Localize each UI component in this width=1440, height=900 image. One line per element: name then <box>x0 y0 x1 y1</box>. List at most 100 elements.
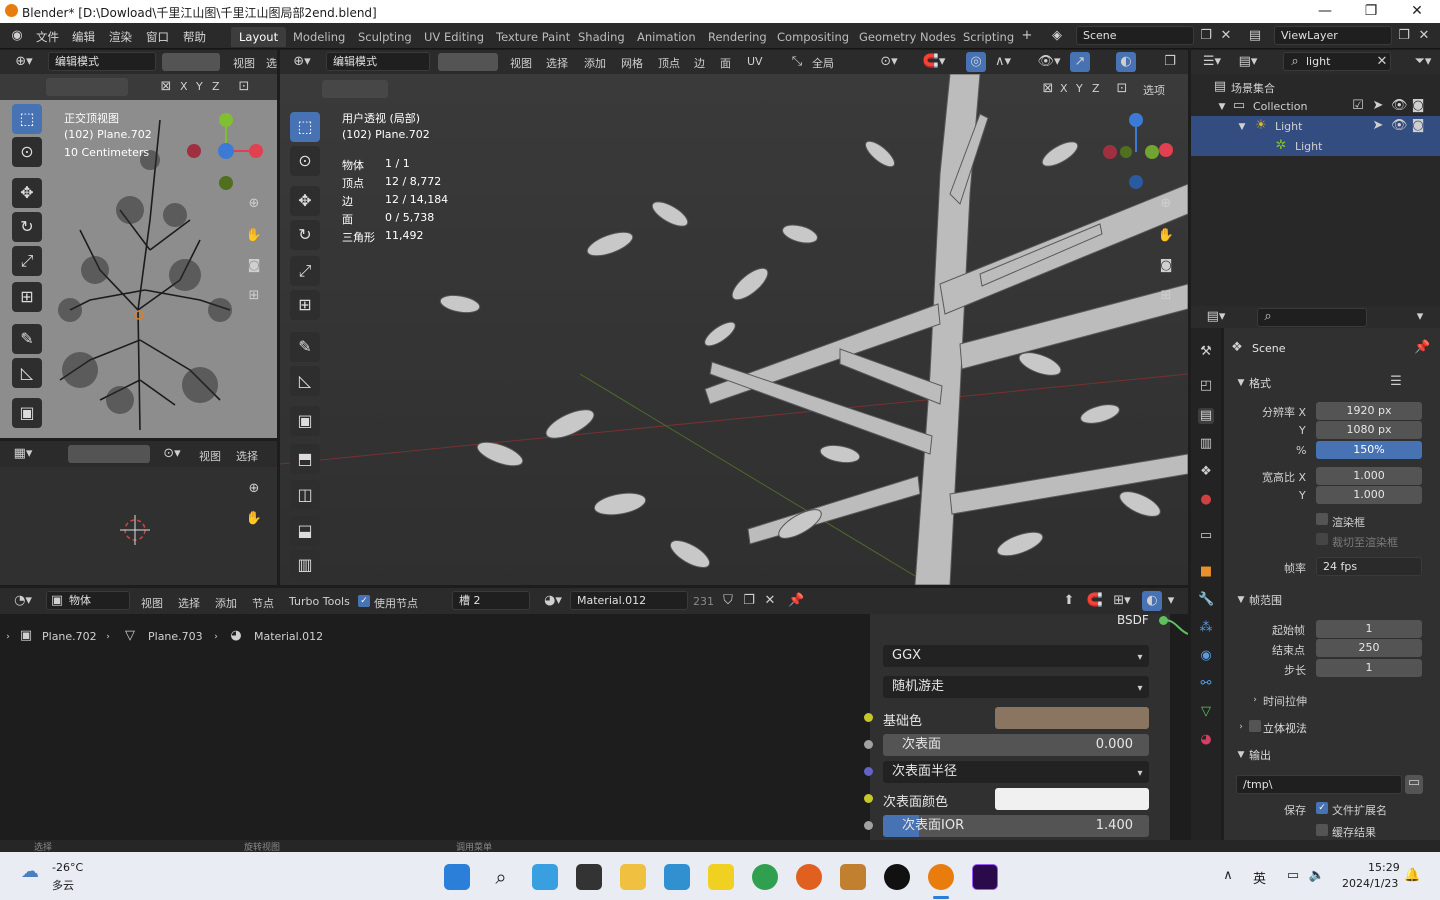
annotate-tool[interactable]: ✎ <box>12 324 42 354</box>
frame-step-field[interactable]: 1 <box>1316 659 1422 677</box>
constraints-tab-icon[interactable]: ⚯ <box>1198 676 1214 692</box>
viewlayer-field[interactable]: ViewLayer <box>1274 26 1392 45</box>
main-rotate-tool[interactable]: ↻ <box>290 220 320 250</box>
outliner-light-object[interactable]: Light <box>1275 120 1302 133</box>
tab-scripting[interactable]: Scripting <box>955 27 1022 47</box>
tool-tab-icon[interactable]: ⚒ <box>1198 344 1214 360</box>
add-cube-tool[interactable]: ▣ <box>12 398 42 428</box>
particles-tab-icon[interactable]: ⁂ <box>1198 620 1214 636</box>
grid-toggle-icon[interactable]: ⊞ <box>244 288 264 304</box>
uv-editor-type-icon[interactable]: ▦▾ <box>8 446 38 462</box>
left-axis-x[interactable]: X <box>180 80 188 93</box>
chrome-icon[interactable] <box>752 864 778 890</box>
outliner-type-icon[interactable]: ☰▾ <box>1199 54 1225 70</box>
stereoscopy-section-title[interactable]: 立体视法 <box>1263 720 1307 736</box>
uv-menu-view[interactable]: 视图 <box>199 448 221 464</box>
unlink-material-icon[interactable]: ✕ <box>762 593 778 609</box>
delete-viewlayer-icon[interactable]: ✕ <box>1416 28 1432 44</box>
breadcrumb-mesh[interactable]: Plane.703 <box>148 630 203 643</box>
format-expand-icon[interactable]: ▼ <box>1236 375 1246 391</box>
task-view-icon[interactable] <box>576 864 602 890</box>
viewport-options-button[interactable]: 选项 <box>1143 82 1165 98</box>
tab-modeling[interactable]: Modeling <box>285 27 353 47</box>
outliner-collection[interactable]: Collection <box>1253 100 1307 113</box>
move-tool[interactable]: ✥ <box>12 178 42 208</box>
outliner-light-data[interactable]: Light <box>1295 140 1322 153</box>
tray-expand-icon[interactable]: ∧ <box>1220 868 1236 884</box>
main-editor-type-icon[interactable]: ⊕▾ <box>288 54 316 70</box>
main-menu-uv[interactable]: UV <box>747 55 763 68</box>
overlay-toggle-icon[interactable]: ◐ <box>1116 52 1136 72</box>
weather-icon[interactable]: ☁ <box>16 863 44 888</box>
input-language[interactable]: 英 <box>1253 868 1266 887</box>
node-pin-icon[interactable]: 📌 <box>788 593 804 609</box>
physics-tab-icon[interactable]: ◉ <box>1198 648 1214 664</box>
modifier-tab-icon[interactable]: 🔧 <box>1198 592 1214 608</box>
add-workspace-icon[interactable]: + <box>1019 28 1035 44</box>
uv-editor-canvas[interactable]: ⊕ ✋ <box>0 467 277 585</box>
clock-date[interactable]: 2024/1/23 <box>1342 877 1398 890</box>
file-ext-checkbox[interactable]: ✓ <box>1316 802 1328 814</box>
tab-uv-editing[interactable]: UV Editing <box>416 27 492 47</box>
tab-rendering[interactable]: Rendering <box>700 27 775 47</box>
duplicate-material-icon[interactable]: ❐ <box>741 593 757 609</box>
uv-pivot-icon[interactable]: ⊙▾ <box>160 446 184 462</box>
slot-dropdown[interactable]: 槽 2 <box>452 591 530 610</box>
node-menu-view[interactable]: 视图 <box>141 595 163 611</box>
uv-select-modes[interactable] <box>68 445 150 463</box>
transform-orientation-icon[interactable]: ⤡ <box>788 54 806 70</box>
main-mode-dropdown[interactable]: 编辑模式 <box>326 52 430 71</box>
xray-toggle-icon[interactable]: ❐ <box>1160 54 1180 70</box>
view-layer-tab-icon[interactable]: ▥ <box>1198 436 1214 452</box>
base-color-socket[interactable] <box>864 713 873 722</box>
subsurface-field[interactable]: 次表面 0.000 <box>883 734 1149 756</box>
aspect-y-field[interactable]: 1.000 <box>1316 486 1422 504</box>
new-viewlayer-icon[interactable]: ❐ <box>1396 28 1412 44</box>
time-stretch-expand-icon[interactable]: › <box>1250 692 1260 708</box>
main-select-mode-group[interactable] <box>438 53 498 71</box>
main-menu-view[interactable]: 视图 <box>510 55 532 71</box>
left-menu-select[interactable]: 选 <box>266 55 277 71</box>
output-expand-icon[interactable]: ▼ <box>1236 747 1246 763</box>
scene-field[interactable]: Scene <box>1076 26 1194 45</box>
zoom-icon[interactable]: ⊕ <box>244 196 264 212</box>
output-tab-icon[interactable]: ▤ <box>1198 408 1214 424</box>
notepad-icon[interactable] <box>664 864 690 890</box>
network-icon[interactable]: ▭ <box>1284 868 1302 884</box>
menu-window[interactable]: 窗口 <box>146 29 169 45</box>
cache-result-checkbox[interactable] <box>1316 824 1328 836</box>
notification-icon[interactable]: 🔔 <box>1404 868 1420 884</box>
visibility-icon[interactable]: 👁▾ <box>1034 54 1064 70</box>
rotate-tool[interactable]: ↻ <box>12 212 42 242</box>
tab-layout[interactable]: Layout <box>231 27 287 47</box>
clock-time[interactable]: 15:29 <box>1368 861 1400 874</box>
loop-cut-tool[interactable]: ▥ <box>290 550 320 580</box>
scale-tool[interactable]: ⤢ <box>12 246 42 276</box>
transform-tool[interactable]: ⊞ <box>12 282 42 312</box>
aspect-x-field[interactable]: 1.000 <box>1316 467 1422 485</box>
scene-tab-icon[interactable]: ❖ <box>1198 464 1214 480</box>
distribution-dropdown[interactable]: GGX <box>883 645 1149 667</box>
subsurface-method-dropdown[interactable]: 随机游走 <box>883 676 1149 698</box>
measure-tool[interactable]: ◺ <box>12 358 42 388</box>
tab-compositing[interactable]: Compositing <box>769 27 857 47</box>
res-x-field[interactable]: 1920 px <box>1316 402 1422 420</box>
subsurface-radius-dropdown[interactable]: 次表面半径 <box>883 761 1149 783</box>
node-editor-type-icon[interactable]: ◔▾ <box>8 593 38 609</box>
subsurface-radius-socket[interactable] <box>864 767 873 776</box>
subsurface-ior-field[interactable]: 次表面IOR 1.400 <box>883 815 1149 837</box>
select-mode-group[interactable] <box>162 53 220 71</box>
pin-icon[interactable]: 📌 <box>1414 340 1430 356</box>
tab-shading[interactable]: Shading <box>570 27 633 47</box>
main-move-tool[interactable]: ✥ <box>290 186 320 216</box>
main-axis-x[interactable]: X <box>1060 82 1068 95</box>
weather-desc[interactable]: 多云 <box>52 877 74 893</box>
tab-geometry-nodes[interactable]: Geometry Nodes <box>851 27 964 47</box>
file-explorer-icon[interactable] <box>620 864 646 890</box>
frame-end-field[interactable]: 250 <box>1316 639 1422 657</box>
menu-file[interactable]: 文件 <box>36 29 59 45</box>
main-transform-tool[interactable]: ⊞ <box>290 290 320 320</box>
frame-range-expand-icon[interactable]: ▼ <box>1236 592 1246 608</box>
format-presets-icon[interactable]: ☰ <box>1388 374 1404 390</box>
main-select-tool[interactable]: ⬚ <box>290 112 320 142</box>
